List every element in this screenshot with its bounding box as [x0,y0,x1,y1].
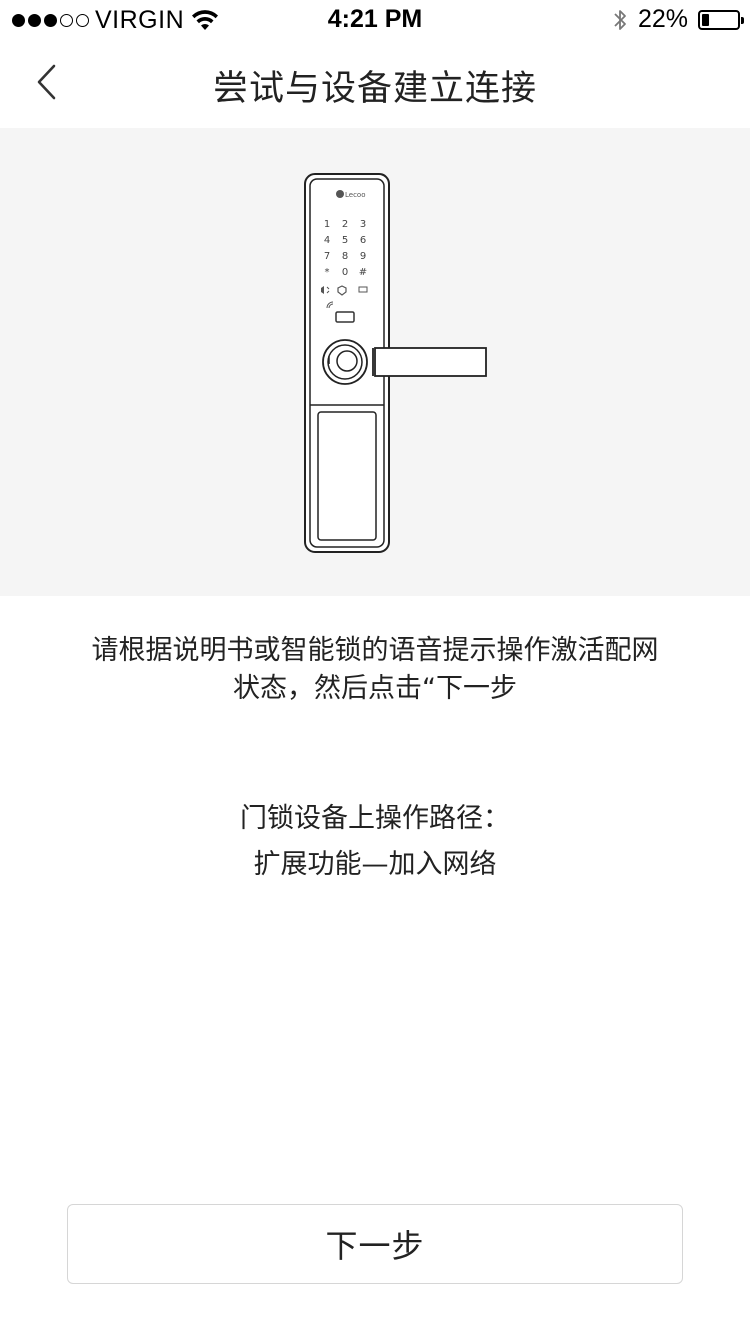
keypad-key: 7 [324,251,330,262]
instruction-text: 请根据说明书或智能锁的语音提示操作激活配网 状态，然后点击“下一步 [60,632,690,708]
keypad-key: # [359,267,367,278]
keypad-key: 4 [324,235,330,246]
battery-icon [698,9,744,30]
keypad-key: * [325,267,330,278]
instruction-line-1: 请根据说明书或智能锁的语音提示操作激活配网 [91,635,659,666]
status-bar: VIRGIN 4:21 PM 22% [0,0,750,40]
page-title: 尝试与设备建立连接 [212,69,537,109]
smart-lock-illustration: Lecoo 1 2 3 4 5 6 7 8 9 * 0 # [304,173,487,553]
keypad-key: 5 [342,235,348,246]
keypad-key: 2 [342,219,348,230]
keypad-key: 0 [342,267,348,278]
brand-logo: Lecoo [345,191,366,199]
operation-path: 门锁设备上操作路径： 扩展功能—加入网络 [0,796,750,888]
keypad-key: 1 [324,219,330,230]
operation-path-route: 扩展功能—加入网络 [253,849,497,880]
operation-path-label: 门锁设备上操作路径： [240,803,510,834]
battery-fill [702,13,709,26]
status-right: 22% [612,5,744,34]
bluetooth-icon [614,9,626,30]
keypad-key: 3 [360,219,366,230]
door-handle [374,347,487,377]
instruction-line-2: 状态，然后点击“下一步 [233,673,517,704]
keypad-key: 8 [342,251,348,262]
illustration-area: Lecoo 1 2 3 4 5 6 7 8 9 * 0 # [0,128,750,596]
next-step-button[interactable]: 下一步 [67,1204,683,1284]
nav-bar: 尝试与设备建立连接 [0,40,750,128]
keypad-key: 6 [360,235,366,246]
keypad-key: 9 [360,251,366,262]
battery-percent: 22% [637,5,688,33]
